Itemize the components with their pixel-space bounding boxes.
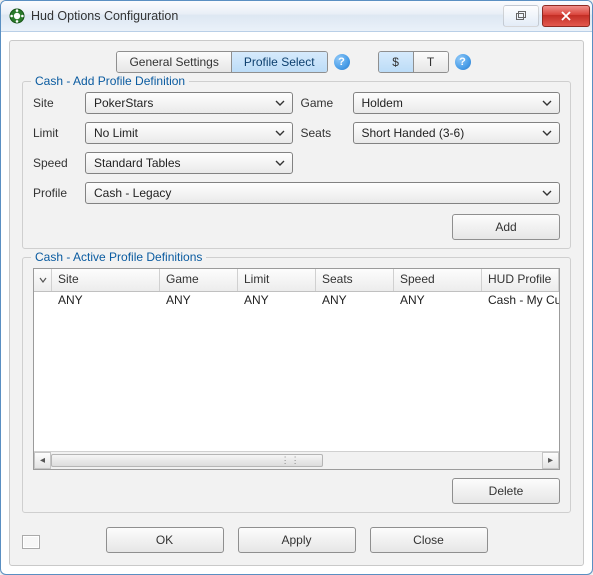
combo-seats[interactable]: Short Handed (3-6)	[353, 122, 561, 144]
col-seats[interactable]: Seats	[316, 269, 394, 291]
scroll-grip-icon: ⋮⋮	[287, 454, 295, 467]
cell-speed: ANY	[394, 292, 482, 310]
help-icon[interactable]: ?	[334, 54, 350, 70]
combo-speed-value: Standard Tables	[94, 156, 181, 170]
chevron-down-icon	[272, 130, 288, 136]
col-limit[interactable]: Limit	[238, 269, 316, 291]
combo-site[interactable]: PokerStars	[85, 92, 293, 114]
combo-profile[interactable]: Cash - Legacy	[85, 182, 560, 204]
label-site: Site	[33, 96, 77, 110]
active-table: Site Game Limit Seats Speed HUD Profile …	[33, 268, 560, 470]
window-frame: Hud Options Configuration General Settin…	[0, 0, 593, 575]
cell-game: ANY	[160, 292, 238, 310]
col-game[interactable]: Game	[160, 269, 238, 291]
cash-tourney-toggle: $ T	[378, 51, 449, 73]
ok-button[interactable]: OK	[106, 527, 224, 553]
col-speed[interactable]: Speed	[394, 269, 482, 291]
keyboard-icon[interactable]	[22, 535, 40, 549]
window-buttons	[503, 5, 590, 27]
help-icon-2[interactable]: ?	[455, 54, 471, 70]
combo-limit[interactable]: No Limit	[85, 122, 293, 144]
titlebar: Hud Options Configuration	[1, 1, 592, 32]
chevron-down-icon	[539, 190, 555, 196]
label-profile: Profile	[33, 186, 77, 200]
combo-speed[interactable]: Standard Tables	[85, 152, 293, 174]
label-seats: Seats	[301, 126, 345, 140]
group-add-legend: Cash - Add Profile Definition	[31, 74, 189, 88]
group-active-legend: Cash - Active Profile Definitions	[31, 250, 206, 264]
group-add-profile: Cash - Add Profile Definition Site Poker…	[22, 81, 571, 249]
horizontal-scrollbar[interactable]: ◂ ⋮⋮ ▸	[34, 451, 559, 469]
cell-seats: ANY	[316, 292, 394, 310]
tab-profile-select[interactable]: Profile Select	[232, 52, 327, 72]
top-button-row: General Settings Profile Select ? $ T ?	[22, 51, 571, 73]
main-panel: General Settings Profile Select ? $ T ? …	[9, 40, 584, 566]
sort-indicator-icon[interactable]	[34, 269, 52, 291]
toggle-tournament[interactable]: T	[414, 52, 448, 72]
col-site[interactable]: Site	[52, 269, 160, 291]
chevron-down-icon	[539, 130, 555, 136]
table-body: ANY ANY ANY ANY ANY Cash - My Custom H	[34, 292, 559, 451]
scroll-left-icon[interactable]: ◂	[34, 452, 51, 469]
scroll-right-icon[interactable]: ▸	[542, 452, 559, 469]
chevron-down-icon	[272, 100, 288, 106]
delete-button[interactable]: Delete	[452, 478, 560, 504]
window-title: Hud Options Configuration	[31, 9, 503, 23]
tab-general-settings[interactable]: General Settings	[117, 52, 231, 72]
app-icon	[9, 8, 25, 24]
combo-limit-value: No Limit	[94, 126, 138, 140]
combo-game[interactable]: Holdem	[353, 92, 561, 114]
group-active-definitions: Cash - Active Profile Definitions Site G…	[22, 257, 571, 513]
chevron-down-icon	[539, 100, 555, 106]
cell-site: ANY	[52, 292, 160, 310]
table-header: Site Game Limit Seats Speed HUD Profile	[34, 269, 559, 292]
label-limit: Limit	[33, 126, 77, 140]
main-tabs: General Settings Profile Select	[116, 51, 327, 73]
close-button[interactable]: Close	[370, 527, 488, 553]
close-window-button[interactable]	[542, 5, 590, 27]
label-speed: Speed	[33, 156, 77, 170]
combo-game-value: Holdem	[362, 96, 403, 110]
chevron-down-icon	[272, 160, 288, 166]
combo-site-value: PokerStars	[94, 96, 153, 110]
scroll-track[interactable]: ⋮⋮	[51, 452, 542, 469]
add-button[interactable]: Add	[452, 214, 560, 240]
footer: OK Apply Close	[22, 521, 571, 555]
apply-button[interactable]: Apply	[238, 527, 356, 553]
cell-hud-profile: Cash - My Custom H	[482, 292, 559, 310]
combo-profile-value: Cash - Legacy	[94, 186, 171, 200]
combo-seats-value: Short Handed (3-6)	[362, 126, 465, 140]
col-hud-profile[interactable]: HUD Profile	[482, 269, 559, 291]
table-row[interactable]: ANY ANY ANY ANY ANY Cash - My Custom H	[34, 292, 559, 310]
label-game: Game	[301, 96, 345, 110]
toggle-cash[interactable]: $	[379, 52, 414, 72]
restore-button[interactable]	[503, 5, 539, 27]
cell-limit: ANY	[238, 292, 316, 310]
